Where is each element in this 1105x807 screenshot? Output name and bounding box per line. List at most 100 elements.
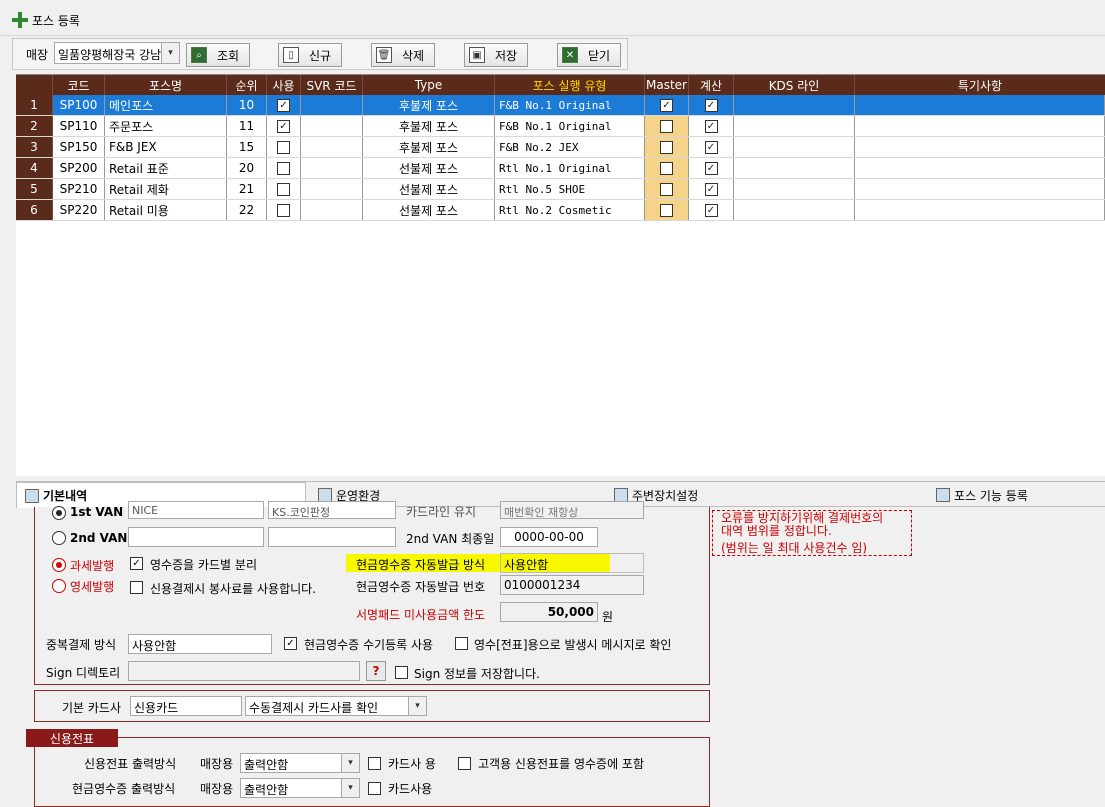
- header-name[interactable]: 포스명: [105, 75, 227, 95]
- tax-radio[interactable]: [52, 558, 66, 572]
- second-van-extra-input[interactable]: [268, 527, 396, 547]
- second-van-input[interactable]: [128, 527, 264, 547]
- cell-calc[interactable]: ✓: [689, 179, 734, 199]
- first-van-field-input[interactable]: 매번확인 재항상: [500, 501, 644, 519]
- header-kds[interactable]: KDS 라인: [734, 75, 855, 95]
- slip-output-select[interactable]: 출력안함 ▾: [240, 753, 360, 773]
- split-receipt-checkbox[interactable]: ✓: [130, 557, 143, 570]
- cell-master[interactable]: [645, 137, 689, 157]
- cell-use[interactable]: ✓: [267, 116, 301, 136]
- first-van-radio[interactable]: [52, 506, 66, 520]
- header-use[interactable]: 사용: [267, 75, 301, 95]
- cell-rank: 21: [227, 179, 267, 199]
- cell-note: [855, 116, 1105, 136]
- header-exec[interactable]: 포스 실행 유형: [495, 75, 645, 95]
- table-row[interactable]: 3 SP150 F&B JEX 15 후불제 포스 F&B No.2 JEX ✓: [16, 137, 1105, 158]
- tab-pos-function[interactable]: 포스 기능 등록: [936, 482, 1105, 508]
- sign-dir-input[interactable]: [128, 661, 360, 681]
- cell-calc[interactable]: ✓: [689, 200, 734, 220]
- cell-use[interactable]: [267, 200, 301, 220]
- cell-calc[interactable]: ✓: [689, 158, 734, 178]
- second-van-radio[interactable]: [52, 531, 66, 545]
- chevron-down-icon[interactable]: ▾: [161, 43, 179, 63]
- unchecked-checkbox[interactable]: [660, 140, 673, 154]
- unchecked-checkbox[interactable]: [660, 203, 673, 217]
- dup-pay-input[interactable]: 사용안함: [128, 634, 272, 654]
- sign-dir-browse-button[interactable]: ?: [366, 661, 386, 681]
- card-use-checkbox[interactable]: [368, 782, 381, 795]
- table-row[interactable]: 1 SP100 메인포스 10 ✓ 후불제 포스 F&B No.1 Original ✓ ✓: [16, 95, 1105, 116]
- cell-master[interactable]: ✓: [645, 95, 689, 115]
- cell-use[interactable]: [267, 158, 301, 178]
- header-code[interactable]: 코드: [53, 75, 105, 95]
- header-rank[interactable]: 순위: [227, 75, 267, 95]
- cell-calc[interactable]: ✓: [689, 95, 734, 115]
- cell-type: 후불제 포스: [363, 116, 495, 136]
- manual-card-select[interactable]: 수동결제시 카드사를 확인 ▾: [245, 696, 427, 716]
- cell-calc[interactable]: ✓: [689, 116, 734, 136]
- table-row[interactable]: 5 SP210 Retail 제화 21 선불제 포스 Rtl No.5 SHOE ✓: [16, 179, 1105, 200]
- checked-checkbox[interactable]: ✓: [704, 161, 718, 175]
- header-calc[interactable]: 계산: [689, 75, 734, 95]
- first-van-extra-input[interactable]: KS.코인판정: [268, 501, 396, 519]
- second-van-last-input[interactable]: 0000-00-00: [500, 527, 598, 547]
- cell-use[interactable]: [267, 137, 301, 157]
- sign-limit-input[interactable]: 50,000: [500, 602, 598, 622]
- checked-checkbox[interactable]: ✓: [704, 119, 718, 133]
- cell-use[interactable]: [267, 179, 301, 199]
- close-button[interactable]: ✕ 닫기: [557, 43, 621, 67]
- delete-button[interactable]: 🗑 삭제: [371, 43, 435, 67]
- cell-master[interactable]: [645, 116, 689, 136]
- new-button[interactable]: ▯ 신규: [278, 43, 342, 67]
- zero-tax-radio[interactable]: [52, 579, 66, 593]
- unchecked-checkbox[interactable]: [277, 203, 290, 217]
- sign-save-checkbox[interactable]: [395, 666, 408, 679]
- header-master[interactable]: Master: [645, 75, 689, 95]
- cell-use[interactable]: ✓: [267, 95, 301, 115]
- table-row[interactable]: 4 SP200 Retail 표준 20 선불제 포스 Rtl No.1 Original…: [16, 158, 1105, 179]
- table-row[interactable]: 2 SP110 주문포스 11 ✓ 후불제 포스 F&B No.1 Original ✓: [16, 116, 1105, 137]
- cash-output-label: 현금영수증 출력방식: [72, 782, 176, 796]
- cell-master[interactable]: [645, 158, 689, 178]
- unchecked-checkbox[interactable]: [277, 182, 290, 196]
- store-value: 일품양평해장국 강남: [58, 48, 162, 62]
- card-co-checkbox[interactable]: [368, 757, 381, 770]
- cell-master[interactable]: [645, 179, 689, 199]
- service-fee-checkbox[interactable]: [130, 581, 143, 594]
- receipt-msg-checkbox[interactable]: [455, 637, 468, 650]
- chevron-down-icon[interactable]: ▾: [341, 754, 359, 772]
- unchecked-checkbox[interactable]: [660, 182, 673, 196]
- checked-checkbox[interactable]: ✓: [704, 98, 718, 112]
- sign-limit-label: 서명패드 미사용금액 한도: [356, 608, 486, 622]
- cash-output-select[interactable]: 출력안함 ▾: [240, 778, 360, 798]
- checked-checkbox[interactable]: ✓: [704, 140, 718, 154]
- checked-checkbox[interactable]: ✓: [704, 203, 718, 217]
- include-slip-checkbox[interactable]: [458, 757, 471, 770]
- default-card-input[interactable]: 신용카드: [130, 696, 242, 716]
- store-select[interactable]: 일품양평해장국 강남 ▾: [54, 42, 180, 64]
- checked-checkbox[interactable]: ✓: [660, 98, 673, 112]
- cash-auto-input[interactable]: 사용안함: [500, 553, 644, 573]
- search-button[interactable]: ⌕ 조회: [186, 43, 250, 67]
- unchecked-checkbox[interactable]: [660, 119, 673, 133]
- device-icon: [614, 488, 628, 502]
- checked-checkbox[interactable]: ✓: [704, 182, 718, 196]
- checked-checkbox[interactable]: ✓: [277, 98, 290, 112]
- header-svr[interactable]: SVR 코드: [301, 75, 363, 95]
- cell-calc[interactable]: ✓: [689, 137, 734, 157]
- unchecked-checkbox[interactable]: [277, 161, 290, 175]
- cash-manual-checkbox[interactable]: ✓: [284, 637, 297, 650]
- table-row[interactable]: 6 SP220 Retail 미용 22 선불제 포스 Rtl No.2 Cosmetic…: [16, 200, 1105, 221]
- header-type[interactable]: Type: [363, 75, 495, 95]
- chevron-down-icon[interactable]: ▾: [408, 697, 426, 715]
- cash-auto-no-input[interactable]: 0100001234: [500, 575, 644, 595]
- tab-peripheral[interactable]: 주변장치설정: [614, 482, 924, 508]
- cell-master[interactable]: [645, 200, 689, 220]
- save-button[interactable]: ▣ 저장: [464, 43, 528, 67]
- checked-checkbox[interactable]: ✓: [277, 119, 290, 133]
- first-van-input[interactable]: NICE: [128, 501, 264, 519]
- unchecked-checkbox[interactable]: [277, 140, 290, 154]
- header-note[interactable]: 특기사항: [855, 75, 1105, 95]
- chevron-down-icon[interactable]: ▾: [341, 779, 359, 797]
- unchecked-checkbox[interactable]: [660, 161, 673, 175]
